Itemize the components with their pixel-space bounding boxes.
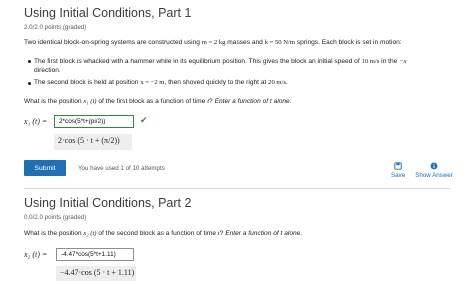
info-icon: [430, 162, 438, 170]
part2-points: 0.0/2.0 points (graded): [24, 214, 87, 221]
attempts-text: You have used 1 of 10 attempts: [78, 165, 165, 172]
part1-title: Using Initial Conditions, Part 1: [24, 6, 192, 20]
save-label: Save: [390, 172, 406, 179]
save-button[interactable]: Save: [386, 162, 410, 179]
part1-answer-input[interactable]: [54, 115, 134, 128]
bullet-dot: [28, 82, 31, 85]
part1-bullet-2: The second block is held at position x =…: [28, 79, 454, 86]
part2-answer-label: x₂ (t) =: [24, 250, 48, 259]
submit-button[interactable]: Submit: [24, 160, 66, 176]
bullet-dot: [28, 60, 31, 63]
part2-answer-preview: −4.47·cos (5 · t + 1.11): [56, 266, 136, 281]
floppy-disk-icon: [394, 162, 402, 170]
show-answer-label: Show Answer: [415, 172, 453, 179]
show-answer-button[interactable]: Show Answer: [414, 162, 454, 179]
part2-answer-input[interactable]: [56, 248, 134, 261]
part1-answer-label: x₁ (t) =: [24, 117, 48, 126]
checkmark-icon: ✔: [140, 115, 148, 125]
part1-intro: Two identical block-on-spring systems ar…: [24, 39, 402, 46]
part1-answer-preview: 2·cos (5 · t + (π/2)): [54, 134, 132, 150]
part1-points: 2.0/2.0 points (graded): [24, 24, 87, 31]
part1-question: What is the position x₁ (t) of the first…: [24, 98, 292, 105]
part2-question: What is the position x₂ (t) of the secon…: [24, 230, 303, 237]
section-divider: [24, 188, 450, 189]
part2-title: Using Initial Conditions, Part 2: [24, 196, 192, 210]
part1-bullet-1: The first block is whacked with a hammer…: [28, 57, 446, 75]
